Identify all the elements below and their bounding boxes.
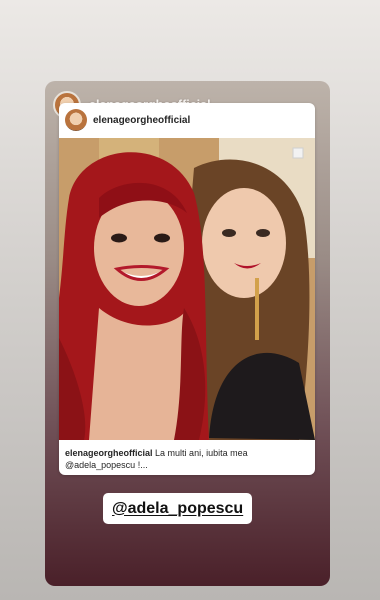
post-header: elenageorgheofficial xyxy=(59,103,315,137)
post-avatar[interactable] xyxy=(65,109,87,131)
photo-illustration xyxy=(59,138,315,440)
shared-post-card[interactable]: elenageorgheofficial elenageorgheofficia… xyxy=(59,103,315,475)
post-photo[interactable] xyxy=(59,138,315,440)
caption-username[interactable]: elenageorgheofficial xyxy=(65,448,153,458)
mention-sticker[interactable]: @adela_popescu xyxy=(103,493,253,524)
post-username[interactable]: elenageorgheofficial xyxy=(93,115,190,126)
post-caption: elenageorgheofficial La multi ani, iubit… xyxy=(65,447,305,471)
story-frame[interactable]: elenageorgheofficial elenageorgheofficia… xyxy=(45,81,330,586)
